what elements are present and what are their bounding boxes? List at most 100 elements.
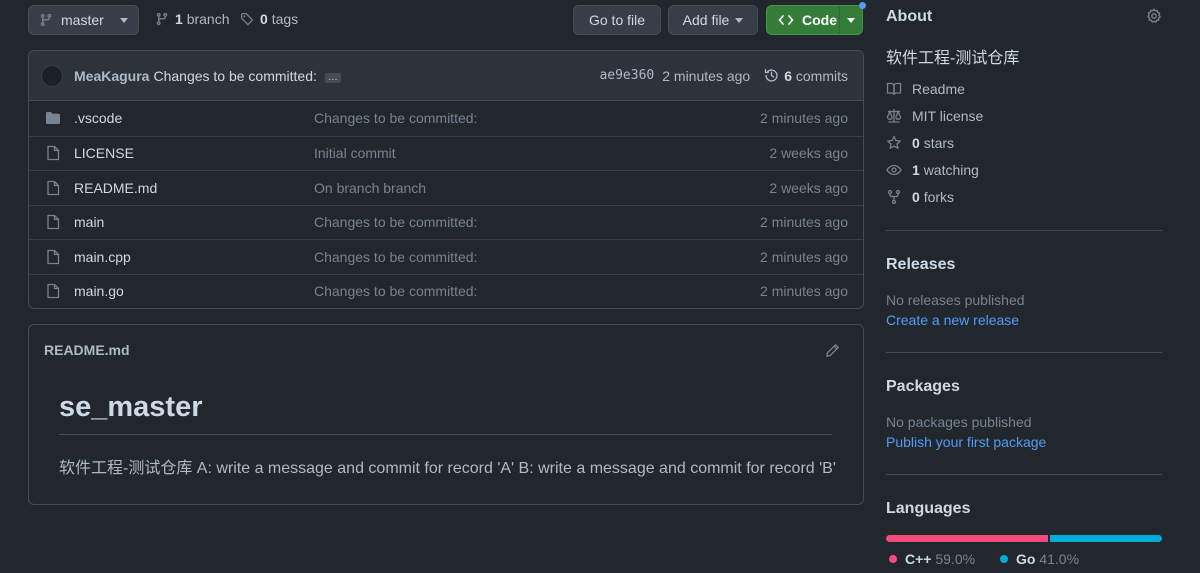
commit-sha[interactable]: ae9e360	[599, 68, 654, 83]
language-item-go[interactable]: Go 41.0%	[1000, 551, 1079, 567]
language-item-cpp[interactable]: C++ 59.0%	[889, 551, 975, 567]
branch-name: master	[61, 12, 104, 28]
file-commit-age: 2 minutes ago	[760, 214, 848, 231]
repo-description: 软件工程-测试仓库	[886, 50, 1020, 67]
file-name[interactable]: README.md	[74, 180, 157, 196]
pencil-icon[interactable]	[825, 343, 840, 358]
languages-bar	[886, 535, 1162, 542]
commits-count: 6	[784, 67, 792, 84]
code-icon	[778, 12, 794, 28]
watchers-link[interactable]: 1 watching	[886, 162, 979, 178]
file-row[interactable]: main Changes to be committed: 2 minutes ag…	[29, 204, 863, 240]
readme-link-label: Readme	[912, 81, 965, 97]
language-name: Go	[1016, 551, 1036, 567]
file-name[interactable]: main.cpp	[74, 249, 131, 265]
add-file-label: Add file	[682, 12, 730, 28]
file-name[interactable]: main.go	[74, 283, 124, 299]
language-percent: 41.0%	[1039, 551, 1080, 567]
branch-selector[interactable]: master	[28, 5, 139, 35]
sidebar-divider	[886, 230, 1162, 231]
git-branch-icon	[155, 12, 169, 26]
file-icon	[44, 214, 62, 230]
commits-history-link[interactable]: 6 commits	[764, 68, 848, 84]
file-commit-message[interactable]: Initial commit	[314, 145, 396, 161]
packages-empty-text: No packages published	[886, 414, 1032, 430]
fork-icon	[886, 189, 902, 205]
readme-body: 软件工程-测试仓库 A: write a message and commit …	[59, 460, 836, 477]
file-row[interactable]: main.cpp Changes to be committed: 2 minute…	[29, 239, 863, 274]
branches-link[interactable]: 1 branch	[155, 11, 230, 27]
file-commit-age: 2 minutes ago	[760, 110, 848, 127]
tags-link[interactable]: 0 tags	[240, 11, 298, 27]
sidebar-divider	[886, 352, 1162, 353]
file-icon	[44, 283, 62, 299]
stars-count: 0	[912, 135, 920, 151]
language-name: C++	[905, 551, 932, 567]
caret-down-icon	[735, 17, 744, 23]
star-icon	[886, 135, 902, 151]
file-commit-message[interactable]: Changes to be committed:	[314, 249, 477, 265]
readme-link[interactable]: Readme	[886, 81, 965, 97]
caret-down-icon	[120, 17, 128, 23]
file-commit-age: 2 minutes ago	[760, 248, 848, 265]
file-browser: MeaKagura Changes to be committed: … ae9…	[28, 50, 864, 309]
eye-icon	[886, 162, 902, 178]
law-icon	[886, 108, 902, 124]
folder-icon	[44, 111, 62, 125]
add-file-button[interactable]: Add file	[668, 5, 758, 35]
language-color-dot	[889, 555, 897, 563]
file-name[interactable]: .vscode	[74, 110, 122, 126]
gear-icon[interactable]	[1146, 8, 1162, 24]
forks-label: forks	[923, 189, 955, 205]
branches-label: branch	[186, 11, 230, 27]
file-icon	[44, 249, 62, 265]
releases-empty-text: No releases published	[886, 292, 1025, 308]
history-icon	[764, 68, 779, 83]
file-commit-age: 2 minutes ago	[760, 283, 848, 300]
file-row[interactable]: LICENSE Initial commit 2 weeks ago	[29, 135, 863, 171]
license-label: MIT license	[912, 108, 984, 124]
file-row[interactable]: main.go Changes to be committed: 2 minutes…	[29, 273, 863, 309]
file-commit-message[interactable]: Changes to be committed:	[314, 283, 477, 299]
license-link[interactable]: MIT license	[886, 108, 983, 124]
file-name[interactable]: main	[74, 214, 104, 230]
sidebar-divider	[886, 474, 1162, 475]
readme-panel: README.md se_master 软件工程-测试仓库 A: write a…	[28, 324, 864, 505]
about-heading: About	[886, 8, 933, 25]
commit-author[interactable]: MeaKagura	[74, 68, 149, 84]
commit-message[interactable]: Changes to be committed:	[153, 68, 316, 84]
languages-heading: Languages	[886, 500, 971, 517]
language-color-dot	[1000, 555, 1008, 563]
code-button[interactable]: Code	[766, 5, 863, 35]
packages-heading[interactable]: Packages	[886, 378, 960, 396]
language-bar-go	[1049, 535, 1162, 542]
file-icon	[44, 180, 62, 196]
code-label: Code	[802, 12, 837, 28]
commit-expand-button[interactable]: …	[324, 72, 341, 83]
tags-label: tags	[271, 11, 299, 27]
file-commit-message[interactable]: On branch branch	[314, 180, 426, 196]
file-name[interactable]: LICENSE	[74, 145, 134, 161]
file-commit-message[interactable]: Changes to be committed:	[314, 214, 477, 230]
notification-dot	[859, 2, 866, 9]
create-release-link[interactable]: Create a new release	[886, 312, 1019, 328]
releases-heading[interactable]: Releases	[886, 256, 955, 274]
commits-label: commits	[795, 67, 848, 84]
file-commit-message[interactable]: Changes to be committed:	[314, 110, 477, 126]
file-row[interactable]: README.md On branch branch 2 weeks ago	[29, 170, 863, 205]
forks-link[interactable]: 0 forks	[886, 189, 954, 205]
stars-label: stars	[923, 135, 955, 151]
stars-link[interactable]: 0 stars	[886, 135, 954, 151]
code-dropdown-caret[interactable]	[840, 6, 862, 34]
watching-label: watching	[923, 162, 979, 178]
file-row[interactable]: .vscode Changes to be committed: 2 minutes…	[29, 101, 863, 136]
latest-commit-bar: MeaKagura Changes to be committed: … ae9…	[29, 51, 863, 101]
avatar[interactable]	[41, 64, 63, 87]
tag-icon	[240, 12, 254, 26]
readme-filename[interactable]: README.md	[44, 342, 130, 358]
forks-count: 0	[912, 189, 920, 205]
file-commit-age: 2 weeks ago	[769, 179, 848, 196]
go-to-file-button[interactable]: Go to file	[573, 5, 661, 35]
language-bar-cpp	[886, 535, 1048, 542]
publish-package-link[interactable]: Publish your first package	[886, 434, 1046, 450]
